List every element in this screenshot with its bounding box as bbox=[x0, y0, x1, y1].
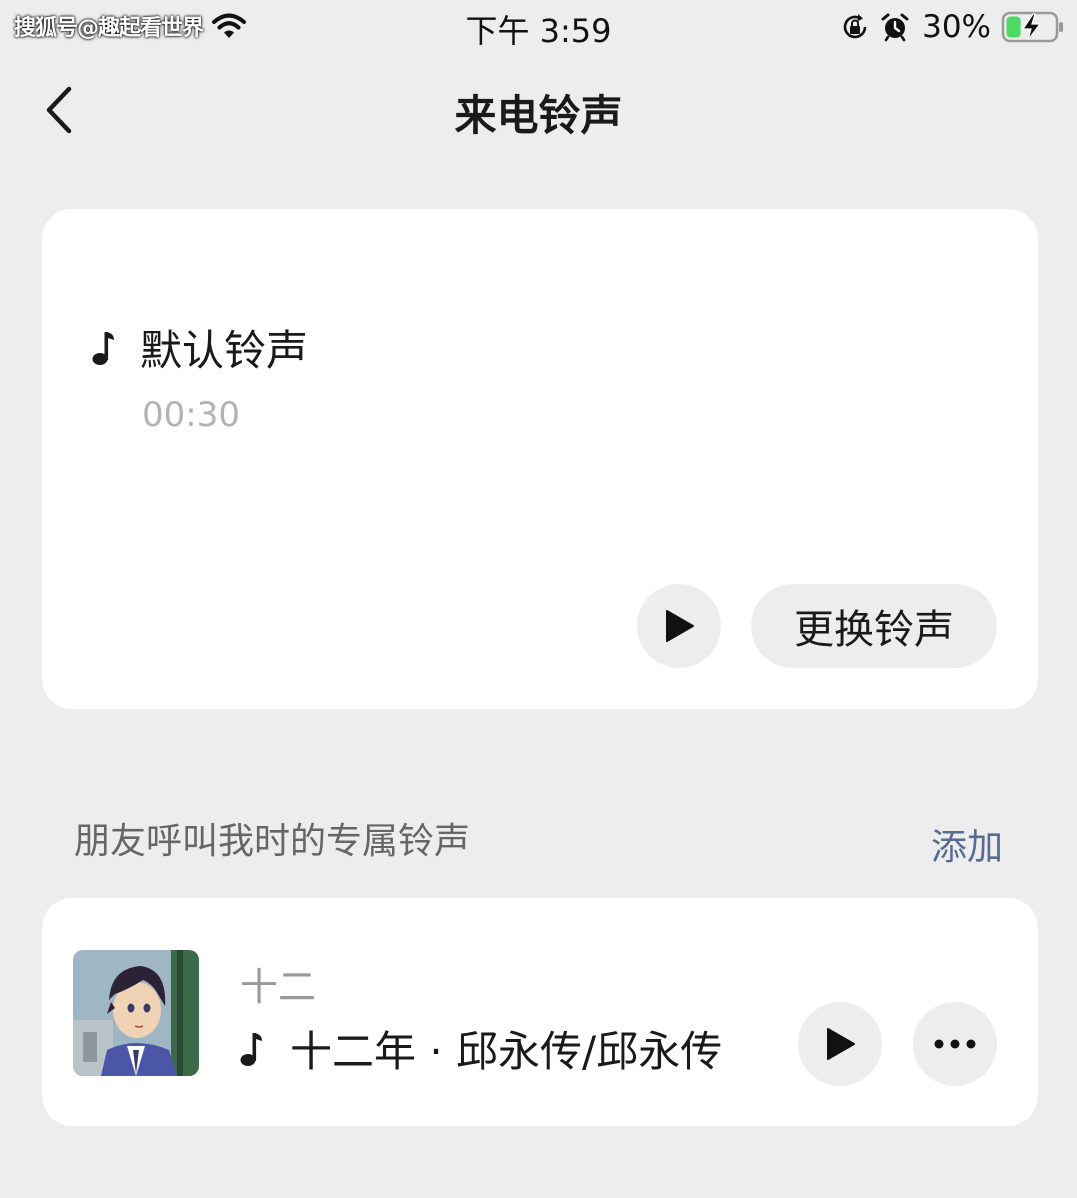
default-ringtone-card: 默认铃声 00:30 更换铃声 bbox=[42, 209, 1038, 709]
alarm-icon bbox=[881, 13, 909, 42]
friend-name: 十二 bbox=[240, 965, 317, 1009]
more-icon bbox=[934, 1039, 976, 1049]
friend-ringtone-play-button[interactable] bbox=[798, 1002, 882, 1086]
friend-song-row: 十二年 · 邱永传/邱永传 bbox=[240, 1018, 754, 1079]
music-note-icon bbox=[92, 331, 114, 365]
friend-ringtone-card[interactable]: 十二 十二年 · 邱永传/邱永传 bbox=[42, 898, 1038, 1126]
default-ringtone-duration: 00:30 bbox=[142, 395, 240, 435]
change-ringtone-button[interactable]: 更换铃声 bbox=[751, 584, 997, 668]
ringtone-settings-page: 搜狐号@趣起看世界 下午 3:59 30% 来电铃声 默认铃声 00:30 更换… bbox=[0, 0, 1077, 1198]
avatar[interactable] bbox=[73, 950, 199, 1076]
page-title: 来电铃声 bbox=[454, 91, 623, 140]
status-bar: 搜狐号@趣起看世界 下午 3:59 30% bbox=[0, 0, 1077, 54]
default-ringtone-play-button[interactable] bbox=[637, 584, 721, 668]
add-friend-ringtone-button[interactable]: 添加 bbox=[931, 818, 1003, 870]
battery-percent: 30% bbox=[922, 9, 991, 45]
default-ringtone-name: 默认铃声 bbox=[140, 326, 309, 375]
play-icon bbox=[827, 1028, 855, 1060]
friend-ringtone-section-title: 朋友呼叫我时的专属铃声 bbox=[74, 821, 471, 862]
status-bar-right: 30% bbox=[840, 8, 1065, 46]
music-note-icon bbox=[240, 1032, 262, 1066]
battery-charging-icon bbox=[1001, 11, 1063, 43]
more-options-button[interactable] bbox=[913, 1002, 997, 1086]
nav-header: 来电铃声 bbox=[0, 60, 1077, 160]
friend-song-title: 十二年 · 邱永传/邱永传 bbox=[290, 1027, 723, 1076]
default-ringtone-row: 默认铃声 bbox=[92, 317, 308, 378]
orientation-lock-icon bbox=[843, 14, 867, 39]
play-icon bbox=[666, 610, 694, 642]
